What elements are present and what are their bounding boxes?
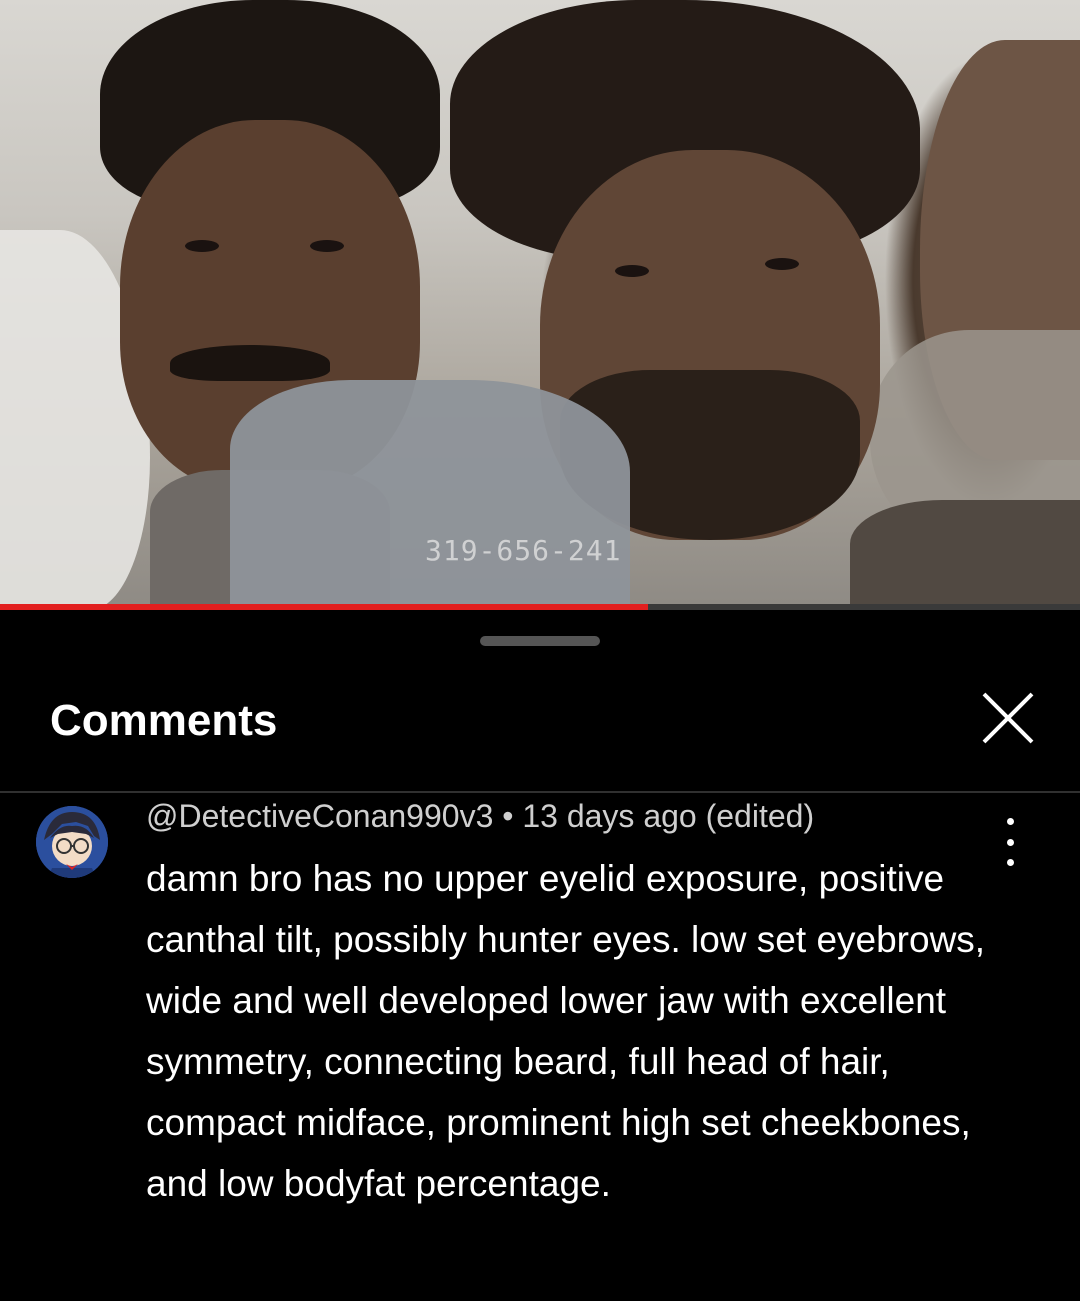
meta-separator: • <box>502 798 514 834</box>
video-timecode-overlay: 319-656-241 <box>425 534 622 567</box>
person-center-eye <box>765 258 799 270</box>
header-divider <box>0 791 1080 793</box>
comment-author[interactable]: @DetectiveConan990v3 <box>146 798 493 834</box>
person-center-eye <box>615 265 649 277</box>
close-icon <box>982 692 1034 744</box>
avatar[interactable] <box>36 806 108 878</box>
more-vert-icon <box>1006 818 1014 825</box>
comment-timestamp: 13 days ago (edited) <box>522 798 815 834</box>
avatar-image <box>36 806 108 878</box>
video-player[interactable]: 319-656-241 <box>0 0 1080 610</box>
comments-sheet: Comments @DetectiveConan990v3 • 13 days … <box>0 610 1080 1301</box>
comments-title: Comments <box>50 696 278 745</box>
comment-text: damn bro has no upper eyelid exposure, p… <box>146 858 986 1204</box>
person-left-eye <box>185 240 219 252</box>
cloth-on-shoulder <box>230 380 630 610</box>
person-left-mustache <box>170 345 330 381</box>
person-left-eye <box>310 240 344 252</box>
person-right-shoulder <box>850 500 1080 610</box>
sheet-drag-handle[interactable] <box>480 636 600 646</box>
comment-meta: @DetectiveConan990v3 • 13 days ago (edit… <box>146 798 814 835</box>
close-button[interactable] <box>980 690 1036 746</box>
more-vert-icon-dot <box>1006 838 1014 846</box>
